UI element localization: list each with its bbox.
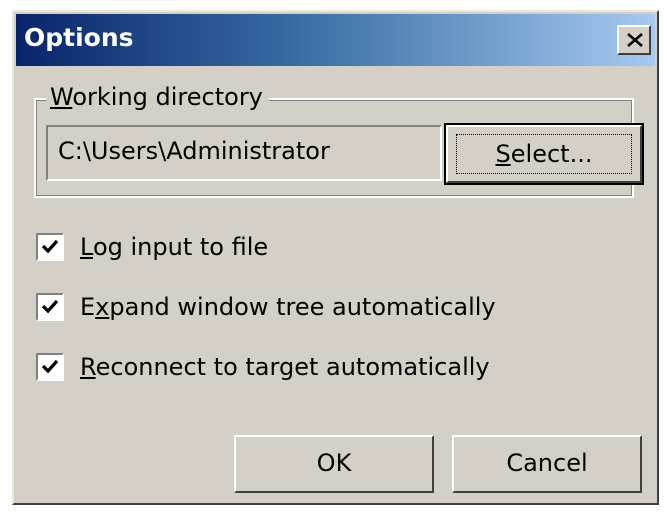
- expand-window-tree-label: Expand window tree automatically: [80, 293, 496, 321]
- expand-window-tree-checkbox[interactable]: [36, 293, 64, 321]
- log-input-label: Log input to file: [80, 233, 269, 261]
- select-button-label: Select...: [456, 134, 632, 174]
- reconnect-checkbox[interactable]: [36, 353, 64, 381]
- select-button[interactable]: Select...: [444, 123, 644, 185]
- checkmark-icon: [41, 359, 59, 374]
- reconnect-label: Reconnect to target automatically: [80, 353, 490, 381]
- log-input-checkbox[interactable]: [36, 233, 64, 261]
- ok-button[interactable]: OK: [234, 435, 434, 493]
- options-dialog: Options Working directory C:\Users\Admin…: [12, 10, 659, 505]
- dialog-title: Options: [24, 23, 134, 52]
- close-icon: [627, 33, 643, 47]
- title-bar[interactable]: Options: [16, 14, 655, 66]
- checkmark-icon: [41, 239, 59, 254]
- working-directory-field[interactable]: C:\Users\Administrator: [46, 125, 442, 181]
- checkmark-icon: [41, 299, 59, 314]
- close-button[interactable]: [617, 25, 651, 55]
- working-directory-label: Working directory: [46, 82, 269, 112]
- cancel-button[interactable]: Cancel: [452, 435, 642, 493]
